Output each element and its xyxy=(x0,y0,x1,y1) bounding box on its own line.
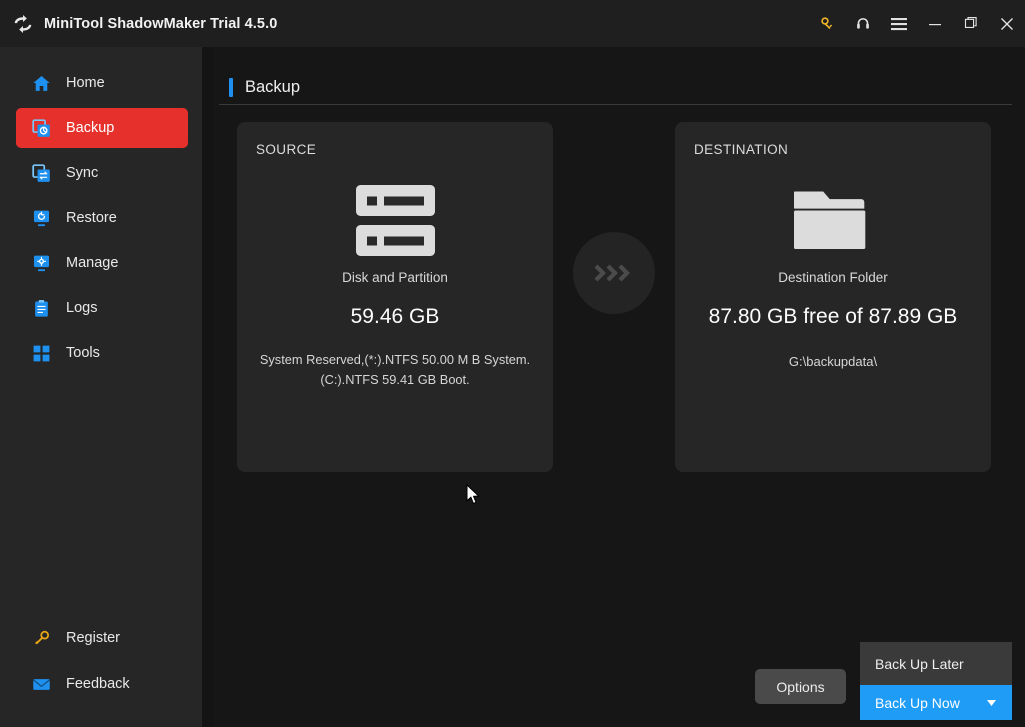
back-up-now-button[interactable]: Back Up Now xyxy=(860,685,1012,720)
sidebar-item-label: Logs xyxy=(66,300,98,316)
source-panel-size: 59.46 GB xyxy=(350,305,440,328)
sidebar-item-label: Sync xyxy=(66,165,99,181)
sidebar-item-tools[interactable]: Tools xyxy=(16,333,188,373)
window-title: MiniTool ShadowMaker Trial 4.5.0 xyxy=(44,15,278,32)
restore-icon xyxy=(32,209,51,228)
sidebar-nav-list: Home Backup Sync Restore Manage Logs Too… xyxy=(0,63,202,378)
sidebar-item-label: Manage xyxy=(66,255,119,271)
sidebar: Home Backup Sync Restore Manage Logs Too… xyxy=(0,47,202,727)
triple-chevron-right-icon xyxy=(573,232,655,314)
application-window: MiniTool ShadowMaker Trial 4.5.0 Home Ba… xyxy=(0,0,1025,727)
destination-panel-path: G:\backupdata\ xyxy=(788,354,878,369)
destination-panel-capacity: 87.80 GB free of 87.89 GB xyxy=(708,305,958,328)
home-icon xyxy=(32,74,51,93)
logs-icon xyxy=(32,299,51,318)
destination-panel-kicker: DESTINATION xyxy=(694,142,789,157)
sidebar-item-backup[interactable]: Backup xyxy=(16,108,188,148)
sidebar-item-feedback[interactable]: Feedback xyxy=(16,665,188,703)
key-icon xyxy=(32,629,51,648)
maximize-icon[interactable] xyxy=(953,0,989,47)
source-panel[interactable]: SOURCE Disk and Partition 59.46 GB Syste… xyxy=(237,122,553,472)
folder-icon xyxy=(675,180,991,260)
sidebar-item-restore[interactable]: Restore xyxy=(16,198,188,238)
back-up-later-menu-item[interactable]: Back Up Later xyxy=(860,642,1012,685)
disk-partition-icon xyxy=(237,180,553,260)
page-header-divider xyxy=(219,104,1012,105)
key-icon[interactable] xyxy=(809,0,845,47)
content-area: Backup SOURCE Disk and Partition 59.46 G… xyxy=(213,47,1025,727)
sidebar-item-label: Home xyxy=(66,75,105,91)
minimize-icon[interactable] xyxy=(917,0,953,47)
page-title-accent-bar xyxy=(229,78,233,97)
caret-down-icon[interactable] xyxy=(987,685,996,720)
destination-panel[interactable]: DESTINATION Destination Folder 87.80 GB … xyxy=(675,122,991,472)
tools-icon xyxy=(32,344,51,363)
sidebar-bottom-list: Register Feedback xyxy=(0,619,202,711)
sidebar-item-logs[interactable]: Logs xyxy=(16,288,188,328)
options-button[interactable]: Options xyxy=(755,669,846,704)
sidebar-item-label: Register xyxy=(66,630,120,646)
source-panel-kicker: SOURCE xyxy=(256,142,317,157)
sidebar-item-label: Feedback xyxy=(66,676,130,692)
page-header: Backup xyxy=(229,78,300,97)
sidebar-item-label: Restore xyxy=(66,210,117,226)
source-panel-detail: System Reserved,(*:).NTFS 50.00 M B Syst… xyxy=(239,350,551,390)
sidebar-item-manage[interactable]: Manage xyxy=(16,243,188,283)
source-detail-line-1: System Reserved,(*:).NTFS 50.00 M B Syst… xyxy=(259,352,531,367)
title-bar: MiniTool ShadowMaker Trial 4.5.0 xyxy=(0,0,1025,47)
headphones-icon[interactable] xyxy=(845,0,881,47)
destination-panel-subtitle: Destination Folder xyxy=(778,270,888,285)
sidebar-item-label: Backup xyxy=(66,120,115,136)
manage-icon xyxy=(32,254,51,273)
close-icon[interactable] xyxy=(989,0,1025,47)
hamburger-menu-icon[interactable] xyxy=(881,0,917,47)
sidebar-item-register[interactable]: Register xyxy=(16,619,188,657)
back-up-later-label: Back Up Later xyxy=(875,655,964,672)
back-up-now-label: Back Up Now xyxy=(875,694,960,711)
sidebar-item-sync[interactable]: Sync xyxy=(16,153,188,193)
sidebar-item-home[interactable]: Home xyxy=(16,63,188,103)
backup-icon xyxy=(32,118,51,138)
sync-icon xyxy=(32,163,51,183)
sidebar-item-label: Tools xyxy=(66,345,100,361)
sidebar-content-divider xyxy=(202,47,213,727)
envelope-icon xyxy=(32,675,51,694)
source-panel-subtitle: Disk and Partition xyxy=(342,270,448,285)
app-logo-icon xyxy=(12,13,34,35)
source-detail-line-2: (C:).NTFS 59.41 GB Boot. xyxy=(320,372,470,387)
page-title: Backup xyxy=(245,78,301,96)
